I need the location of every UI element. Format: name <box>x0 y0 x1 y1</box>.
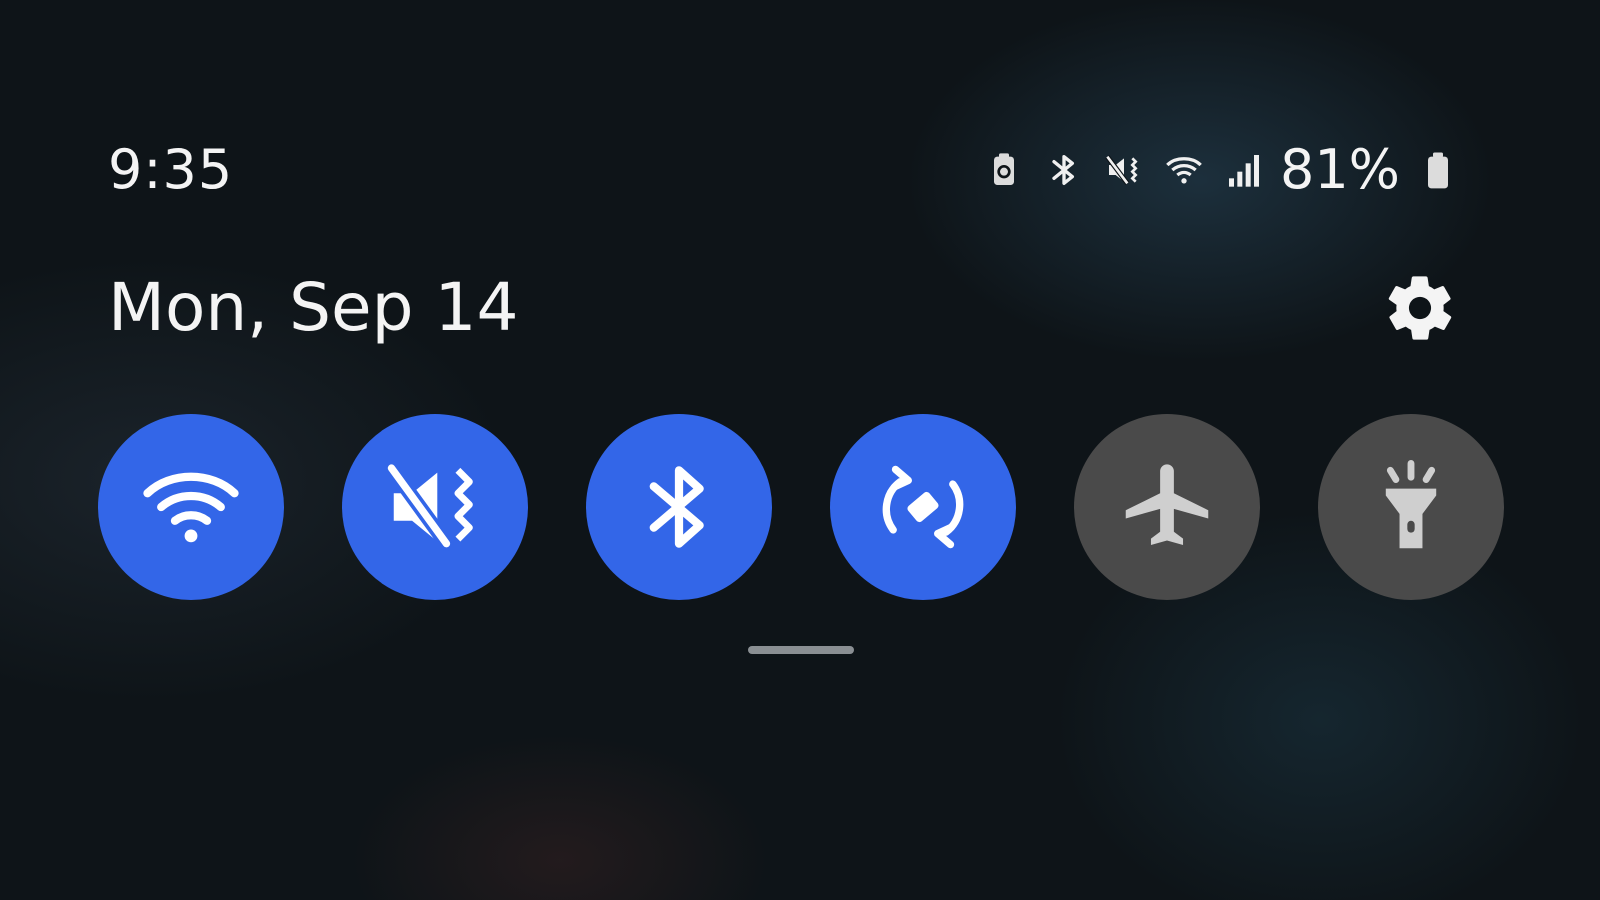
battery-percent: 81% <box>1279 138 1400 201</box>
notification-shade: 9:35 81% Mon, Sep 14 <box>0 0 1600 900</box>
bluetooth-icon <box>1042 148 1086 192</box>
quick-settings-tiles <box>98 414 1504 600</box>
airplane-icon <box>1125 464 1209 546</box>
tile-airplane-mode[interactable] <box>1074 414 1260 600</box>
tile-auto-rotate[interactable] <box>830 414 1016 600</box>
tile-vibrate[interactable] <box>342 414 528 600</box>
battery-saver-icon <box>982 148 1026 192</box>
auto-rotate-icon <box>882 465 964 549</box>
tile-bluetooth[interactable] <box>586 414 772 600</box>
vibrate-icon <box>1102 148 1146 192</box>
gear-icon <box>1388 276 1452 340</box>
wifi-status-icon <box>1162 148 1206 192</box>
settings-button[interactable] <box>1380 268 1460 348</box>
status-bar-time: 9:35 <box>108 138 234 201</box>
signal-icon <box>1222 148 1266 192</box>
date-label: Mon, Sep 14 <box>108 269 519 346</box>
status-bar-icons: 81% <box>982 140 1460 200</box>
wifi-icon <box>143 472 239 543</box>
battery-icon <box>1416 148 1460 192</box>
expand-handle[interactable] <box>748 646 854 654</box>
flashlight-icon <box>1385 460 1437 549</box>
tile-flashlight[interactable] <box>1318 414 1504 600</box>
bluetooth-icon <box>649 466 704 548</box>
vibrate-icon <box>384 460 473 551</box>
tile-wifi[interactable] <box>98 414 284 600</box>
